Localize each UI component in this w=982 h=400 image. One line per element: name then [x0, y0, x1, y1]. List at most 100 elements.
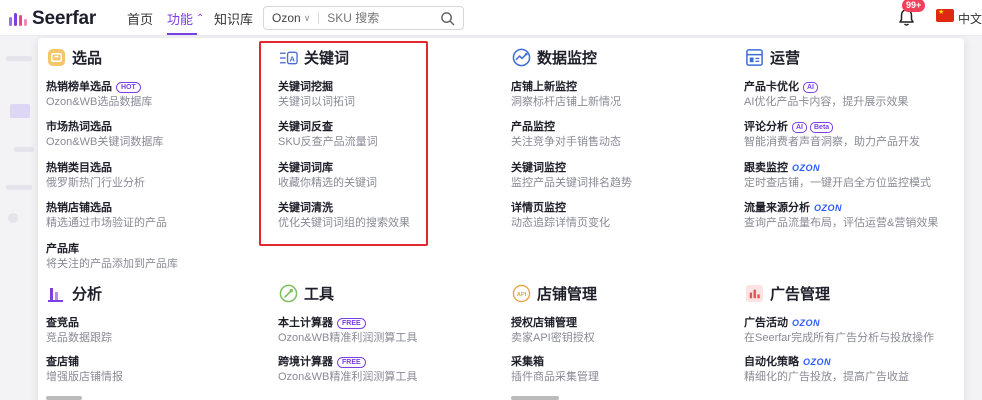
- section-title: 店铺管理: [537, 286, 598, 303]
- menu-item-title: 市场热词选品: [46, 121, 112, 133]
- menu-item-review-analysis[interactable]: 评论分析 AI Beta 智能消费者声音洞察，助力产品开发: [744, 120, 920, 149]
- menu-item-hot-categories[interactable]: 热销类目选品 俄罗斯热门行业分析: [46, 161, 145, 190]
- section-title: 分析: [72, 286, 103, 303]
- menu-item-desc: Ozon&WB精准利润测算工具: [278, 371, 418, 383]
- menu-item-hot-ranking[interactable]: 热销榜单选品 HOT Ozon&WB选品数据库: [46, 80, 152, 109]
- chevron-up-icon: ⌃: [196, 12, 205, 24]
- svg-text:API: API: [516, 292, 526, 298]
- menu-item-ad-campaigns[interactable]: 广告活动 OZON 在Seerfar完成所有广告分析与投放操作: [744, 316, 934, 345]
- menu-item-hot-stores[interactable]: 热销店铺选品 精选通过市场验证的产品: [46, 201, 167, 230]
- section-title: 广告管理: [770, 286, 831, 303]
- menu-item-title: 热销榜单选品: [46, 81, 112, 93]
- nav-knowledge-base[interactable]: 知识库: [214, 0, 253, 36]
- menu-item-title: 授权店铺管理: [511, 317, 577, 329]
- menu-item-product-card-optimize[interactable]: 产品卡优化 AI AI优化产品卡内容，提升展示效果: [744, 80, 908, 109]
- search-bar: Ozon ∨: [263, 6, 464, 30]
- background-content: [10, 104, 30, 118]
- menu-item-follow-sell-monitor[interactable]: 跟卖监控 OZON 定时查店铺，一键开启全方位监控模式: [744, 161, 931, 190]
- menu-item-title: 详情页监控: [511, 202, 566, 214]
- menu-item-title: 关键词监控: [511, 162, 566, 174]
- menu-item-crossborder-calculator[interactable]: 跨境计算器 FREE Ozon&WB精准利润测算工具: [278, 355, 417, 384]
- menu-item-desc: 俄罗斯热门行业分析: [46, 177, 145, 189]
- logo-mark-icon: [9, 12, 27, 26]
- menu-item-title: 店铺上新监控: [511, 81, 577, 93]
- menu-item-title: 流量来源分析: [744, 202, 810, 214]
- language-selector[interactable]: 中文: [958, 10, 982, 27]
- menu-item-desc: 竞品数据跟踪: [46, 332, 112, 344]
- section-title: 选品: [72, 50, 103, 67]
- menu-item-desc: AI优化产品卡内容，提升展示效果: [744, 96, 909, 108]
- box-icon: [46, 48, 66, 68]
- menu-item-desc: 精细化的广告投放，提高广告收益: [744, 371, 909, 383]
- free-tag: FREE: [337, 317, 366, 329]
- menu-item-product-monitor[interactable]: 产品监控 关注竞争对手销售动态: [511, 120, 621, 149]
- bar-chart-icon: [46, 284, 66, 304]
- clipped-menu-item: [46, 396, 82, 400]
- nav-features[interactable]: 功能 ⌃: [167, 0, 204, 36]
- menu-item-store-new-monitor[interactable]: 店铺上新监控 洞察标杆店铺上新情况: [511, 80, 621, 109]
- menu-item-keyword-monitor[interactable]: 关键词监控 监控产品关键词排名趋势: [511, 161, 632, 190]
- menu-item-desc: 插件商品采集管理: [511, 371, 599, 383]
- menu-item-collection-box[interactable]: 采集箱 插件商品采集管理: [511, 355, 599, 384]
- search-input[interactable]: [327, 11, 438, 25]
- background-content: [6, 185, 32, 190]
- ozon-logo: OZON: [792, 163, 820, 173]
- section-title: 运营: [770, 50, 801, 67]
- section-stores-header: API 店铺管理: [511, 283, 597, 304]
- tool-icon: [278, 284, 298, 304]
- api-icon: API: [511, 284, 531, 304]
- menu-item-desc: 监控产品关键词排名趋势: [511, 177, 632, 189]
- china-flag-icon[interactable]: ★: [936, 9, 954, 22]
- menu-item-title: 本土计算器: [278, 317, 333, 329]
- menu-item-store-authorization[interactable]: 授权店铺管理 卖家API密钥授权: [511, 316, 595, 345]
- menu-item-desc: 增强版店铺情报: [46, 371, 123, 383]
- section-title: 工具: [304, 286, 335, 303]
- menu-item-title: 采集箱: [511, 356, 544, 368]
- nav-features-active-indicator: [167, 33, 197, 35]
- search-icon[interactable]: [440, 11, 455, 29]
- background-content: [14, 147, 34, 152]
- menu-item-desc: 洞察标杆店铺上新情况: [511, 96, 621, 108]
- menu-item-desc: 智能消费者声音洞察，助力产品开发: [744, 136, 920, 148]
- menu-item-automation-strategy[interactable]: 自动化策略 OZON 精细化的广告投放，提高广告收益: [744, 355, 909, 384]
- site-select-value: Ozon: [272, 11, 301, 25]
- menu-item-desc: 查询产品流量布局，评估运营&营销效果: [744, 217, 939, 229]
- menu-item-desc: 动态追踪详情页变化: [511, 217, 610, 229]
- menu-item-desc: 精选通过市场验证的产品: [46, 217, 167, 229]
- menu-item-check-stores[interactable]: 查店铺 增强版店铺情报: [46, 355, 123, 384]
- background-content: [8, 213, 18, 223]
- menu-item-desc: 关注竞争对手销售动态: [511, 136, 621, 148]
- ozon-logo: OZON: [803, 357, 831, 367]
- menu-item-detail-page-monitor[interactable]: 详情页监控 动态追踪详情页变化: [511, 201, 610, 230]
- menu-item-traffic-source[interactable]: 流量来源分析 OZON 查询产品流量布局，评估运营&营销效果: [744, 201, 938, 230]
- menu-item-desc: 卖家API密钥授权: [511, 332, 595, 344]
- menu-item-title: 查竞品: [46, 317, 79, 329]
- menu-item-check-competitors[interactable]: 查竞品 竞品数据跟踪: [46, 316, 112, 345]
- section-analysis-header: 分析: [46, 283, 102, 304]
- menu-item-desc: 将关注的产品添加到产品库: [46, 258, 178, 270]
- site-select[interactable]: Ozon ∨: [264, 11, 310, 25]
- nav-home[interactable]: 首页: [127, 0, 153, 36]
- section-selection-header: 选品: [46, 47, 102, 68]
- menu-item-desc: 在Seerfar完成所有广告分析与投放操作: [744, 332, 935, 344]
- menu-item-title: 产品卡优化: [744, 81, 799, 93]
- section-title: 数据监控: [537, 50, 598, 67]
- menu-item-local-calculator[interactable]: 本土计算器 FREE Ozon&WB精准利润测算工具: [278, 316, 417, 345]
- menu-item-title: 产品库: [46, 243, 79, 255]
- brand-logo[interactable]: Seerfar: [9, 8, 96, 30]
- menu-item-desc: Ozon&WB精准利润测算工具: [278, 332, 418, 344]
- beta-tag: Beta: [810, 121, 834, 133]
- section-tools-header: 工具: [278, 283, 334, 304]
- hot-tag: HOT: [116, 81, 141, 93]
- menu-item-market-keywords[interactable]: 市场热词选品 Ozon&WB关键词数据库: [46, 120, 163, 149]
- menu-item-title: 广告活动: [744, 317, 788, 329]
- menu-item-title: 跨境计算器: [278, 356, 333, 368]
- menu-item-title: 产品监控: [511, 121, 555, 133]
- notification-badge: 99+: [902, 0, 926, 12]
- menu-item-title: 热销类目选品: [46, 162, 112, 174]
- ozon-logo: OZON: [814, 203, 842, 213]
- search-divider: [318, 12, 320, 24]
- highlight-box: [259, 41, 428, 246]
- menu-item-product-library[interactable]: 产品库 将关注的产品添加到产品库: [46, 242, 178, 271]
- ai-tag: AI: [803, 81, 818, 93]
